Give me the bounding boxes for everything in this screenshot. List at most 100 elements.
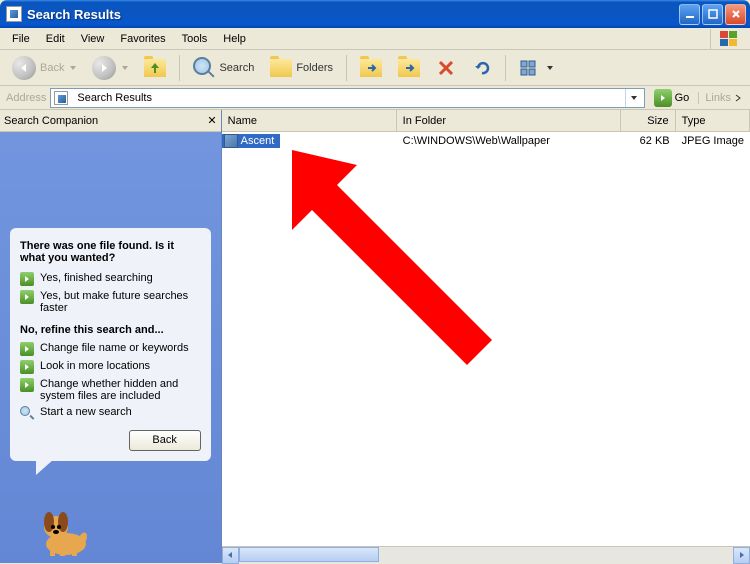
scroll-track[interactable]	[239, 547, 733, 564]
undo-icon	[472, 58, 492, 78]
option-label: Change file name or keywords	[40, 342, 189, 356]
arrow-right-icon	[20, 290, 34, 304]
delete-x-icon	[436, 58, 456, 78]
arrow-right-icon	[20, 378, 34, 392]
back-button[interactable]: Back	[6, 53, 82, 83]
up-button[interactable]	[138, 53, 172, 83]
address-dropdown[interactable]	[625, 89, 641, 107]
minimize-button[interactable]	[679, 4, 700, 25]
option-label: Yes, but make future searches faster	[40, 290, 201, 314]
column-type[interactable]: Type	[676, 110, 750, 131]
folder-up-icon	[144, 59, 166, 77]
forward-button[interactable]	[86, 53, 134, 83]
option-label: Look in more locations	[40, 360, 150, 374]
menubar: File Edit View Favorites Tools Help	[0, 28, 750, 50]
folder-copy-icon	[398, 59, 420, 77]
links-button[interactable]: Links	[698, 92, 748, 104]
column-folder[interactable]: In Folder	[397, 110, 621, 131]
links-label: Links	[705, 92, 731, 104]
search-result-panel: There was one file found. Is it what you…	[10, 228, 211, 461]
views-icon	[519, 58, 541, 78]
result-folder: C:\WINDOWS\Web\Wallpaper	[397, 135, 621, 147]
folders-button[interactable]: Folders	[264, 53, 339, 83]
forward-arrow-icon	[92, 56, 116, 80]
chevron-down-icon	[122, 66, 128, 70]
sidebar-close-button[interactable]: ✕	[207, 114, 216, 127]
location-icon	[54, 91, 68, 105]
results-column-header: Name In Folder Size Type	[222, 110, 750, 132]
menu-help[interactable]: Help	[215, 31, 254, 47]
maximize-button[interactable]	[702, 4, 723, 25]
option-label: Change whether hidden and system files a…	[40, 378, 201, 402]
close-button[interactable]	[725, 4, 746, 25]
delete-button[interactable]	[430, 53, 462, 83]
chevron-right-icon	[734, 94, 742, 102]
result-size: 62 KB	[621, 135, 676, 147]
move-to-button[interactable]	[354, 53, 388, 83]
address-input[interactable]: Search Results	[50, 88, 644, 108]
folder-move-icon	[360, 59, 382, 77]
panel-heading: There was one file found. Is it what you…	[20, 240, 201, 264]
sidebar-title: Search Companion	[4, 115, 98, 127]
option-new-search[interactable]: Start a new search	[20, 406, 201, 420]
search-icon	[20, 406, 34, 420]
horizontal-scrollbar[interactable]	[222, 546, 750, 563]
chevron-down-icon	[547, 66, 553, 70]
views-button[interactable]	[513, 53, 559, 83]
result-row[interactable]: Ascent C:\WINDOWS\Web\Wallpaper 62 KB JP…	[222, 132, 750, 149]
separator	[346, 55, 347, 81]
chevron-down-icon	[70, 66, 76, 70]
search-dog-icon	[36, 502, 96, 557]
address-value: Search Results	[77, 92, 152, 104]
menu-favorites[interactable]: Favorites	[112, 31, 173, 47]
option-faster-searches[interactable]: Yes, but make future searches faster	[20, 290, 201, 314]
results-list[interactable]: Ascent C:\WINDOWS\Web\Wallpaper 62 KB JP…	[222, 132, 750, 546]
search-button[interactable]: Search	[187, 53, 260, 83]
result-filename[interactable]: Ascent	[222, 134, 280, 148]
addressbar: Address Search Results Go Links	[0, 86, 750, 110]
search-label: Search	[219, 62, 254, 74]
column-name[interactable]: Name	[222, 110, 397, 131]
option-more-locations[interactable]: Look in more locations	[20, 360, 201, 374]
result-type: JPEG Image	[676, 135, 750, 147]
results-pane: Name In Folder Size Type Ascent C:\WINDO…	[222, 110, 750, 563]
menu-file[interactable]: File	[4, 31, 38, 47]
scroll-right-button[interactable]	[733, 547, 750, 564]
sidebar-header: Search Companion ✕	[0, 110, 221, 132]
windows-flag-icon	[710, 29, 746, 49]
search-companion-sidebar: Search Companion ✕ There was one file fo…	[0, 110, 222, 563]
copy-to-button[interactable]	[392, 53, 426, 83]
menu-view[interactable]: View	[73, 31, 113, 47]
option-change-keywords[interactable]: Change file name or keywords	[20, 342, 201, 356]
image-file-icon	[224, 134, 238, 148]
separator	[505, 55, 506, 81]
option-finished-searching[interactable]: Yes, finished searching	[20, 272, 201, 286]
menu-edit[interactable]: Edit	[38, 31, 73, 47]
undo-button[interactable]	[466, 53, 498, 83]
filename-text: Ascent	[241, 135, 275, 147]
titlebar: Search Results	[0, 0, 750, 28]
annotation-arrow	[262, 132, 522, 390]
separator	[179, 55, 180, 81]
refine-heading: No, refine this search and...	[20, 324, 201, 336]
go-arrow-icon	[654, 89, 672, 107]
scroll-left-button[interactable]	[222, 547, 239, 564]
go-label: Go	[675, 92, 690, 104]
panel-back-button[interactable]: Back	[129, 430, 201, 451]
menu-tools[interactable]: Tools	[174, 31, 216, 47]
arrow-right-icon	[20, 272, 34, 286]
go-button[interactable]: Go	[649, 89, 695, 107]
option-hidden-files[interactable]: Change whether hidden and system files a…	[20, 378, 201, 402]
folders-icon	[270, 59, 292, 77]
window-icon	[6, 6, 22, 22]
back-label: Back	[40, 62, 64, 74]
scroll-thumb[interactable]	[239, 547, 379, 562]
option-label: Start a new search	[40, 406, 132, 420]
arrow-right-icon	[20, 342, 34, 356]
address-label: Address	[6, 92, 46, 104]
arrow-right-icon	[20, 360, 34, 374]
toolbar: Back Search Folders	[0, 50, 750, 86]
column-size[interactable]: Size	[621, 110, 676, 131]
folders-label: Folders	[296, 62, 333, 74]
search-icon	[193, 57, 215, 79]
